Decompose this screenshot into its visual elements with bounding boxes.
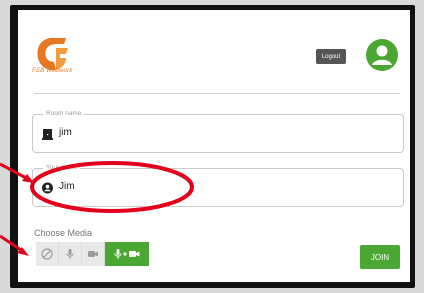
media-none-button[interactable] <box>36 242 59 266</box>
video-camera-icon <box>88 251 98 257</box>
media-video-button[interactable] <box>82 242 105 266</box>
media-audio-video-button[interactable] <box>105 242 149 266</box>
user-avatar-icon[interactable] <box>366 39 398 71</box>
your-name-field[interactable]: Your name Jim <box>32 164 404 207</box>
header-divider <box>34 93 400 94</box>
logout-button[interactable]: Logout <box>316 49 346 64</box>
media-selector <box>36 242 149 266</box>
room-name-value: jim <box>59 127 72 138</box>
room-name-field[interactable]: Room name jim <box>32 110 404 153</box>
media-audio-button[interactable] <box>59 242 82 266</box>
room-name-label: Room name <box>43 110 85 117</box>
microphone-icon <box>66 249 74 259</box>
your-name-value: Jim <box>59 181 75 192</box>
microphone-video-icon <box>114 249 140 259</box>
choose-media-label: Choose Media <box>34 228 93 238</box>
your-name-label: Your name <box>43 164 81 171</box>
none-icon <box>41 248 53 260</box>
logo-text: FSB Webwork <box>32 68 73 74</box>
join-button[interactable]: JOIN <box>360 245 400 269</box>
door-icon <box>42 129 53 140</box>
user-icon <box>42 182 53 194</box>
